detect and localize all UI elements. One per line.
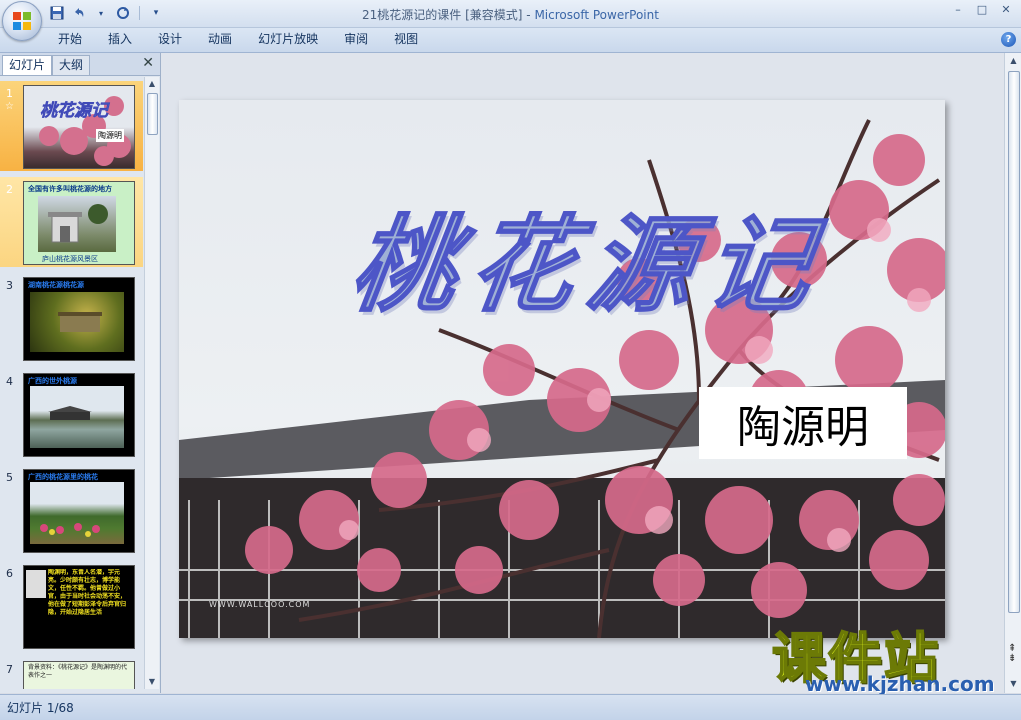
author-textbox[interactable]: 陶源明 xyxy=(699,387,907,459)
close-panel-icon[interactable]: ✕ xyxy=(142,55,154,71)
tab-insert[interactable]: 插入 xyxy=(95,28,145,52)
thumbnail-image: 背景资料：《桃花源记》是陶渊明的代表作之一 xyxy=(23,661,135,689)
thumb-caption: 湖南桃花源桃花源 xyxy=(28,281,84,289)
close-button[interactable]: ✕ xyxy=(997,3,1015,17)
slide-number: 7 xyxy=(6,663,13,676)
scroll-thumb[interactable] xyxy=(1008,71,1020,613)
thumb-photo xyxy=(30,292,124,352)
animation-star-icon: ☆ xyxy=(5,101,14,112)
thumb-title: 桃花源记 xyxy=(40,101,109,122)
thumb-photo xyxy=(30,482,124,544)
slide-thumbnail-1[interactable]: 1 ☆ 桃花源记 陶源明 xyxy=(0,81,143,171)
slide-thumbnail-6[interactable]: 6 陶渊明，东晋人名潜，字元亮。少时颇有壮志，博学能文，任性不羁。他曾做过小官，… xyxy=(0,561,143,651)
scroll-thumb[interactable] xyxy=(147,93,158,135)
window-title: 21桃花源记的课件 [兼容模式] - Microsoft PowerPoint xyxy=(0,6,1021,23)
slide-thumbnail-7[interactable]: 7 背景资料：《桃花源记》是陶渊明的代表作之一 xyxy=(0,657,143,689)
slide-number: 2 xyxy=(6,183,13,196)
ribbon-tabs: 开始 插入 设计 动画 幻灯片放映 审阅 视图 xyxy=(45,28,431,52)
thumbnail-image: 广西的世外桃源 xyxy=(23,373,135,457)
thumb-photo xyxy=(38,196,116,252)
slide-number: 4 xyxy=(6,375,13,388)
thumbnail-image: 广西的桃花源里的桃花 xyxy=(23,469,135,553)
thumb-caption: 全国有许多叫桃花源的地方 xyxy=(28,185,112,193)
scroll-down-icon[interactable]: ▼ xyxy=(147,677,157,687)
slide-number: 3 xyxy=(6,279,13,292)
thumbnail-image: 全国有许多叫桃花源的地方 庐山桃花源风景区 xyxy=(23,181,135,265)
thumbnail-image: 湖南桃花源桃花源 xyxy=(23,277,135,361)
thumb-text: 背景资料：《桃花源记》是陶渊明的代表作之一 xyxy=(28,664,128,679)
tab-home[interactable]: 开始 xyxy=(45,28,95,52)
thumb-subtitle: 陶源明 xyxy=(96,129,124,142)
thumb-portrait xyxy=(26,570,46,598)
ribbon: 开始 插入 设计 动画 幻灯片放映 审阅 视图 ? xyxy=(0,28,1021,53)
minimize-button[interactable]: – xyxy=(949,3,967,17)
status-bar: 幻灯片 1/68 xyxy=(0,694,1021,720)
slide-number: 1 xyxy=(6,87,13,100)
tab-outline[interactable]: 大纲 xyxy=(52,55,91,75)
maximize-button[interactable]: □ xyxy=(973,3,991,17)
window-controls: – □ ✕ xyxy=(949,3,1015,17)
slide-thumbnail-2[interactable]: 2 全国有许多叫桃花源的地方 庐山桃花源风景区 xyxy=(0,177,143,267)
tab-slides[interactable]: 幻灯片 xyxy=(2,55,53,75)
slide-nav-icons[interactable]: ⇞ ⇟ xyxy=(1008,644,1016,664)
thumb-caption-bottom: 庐山桃花源风景区 xyxy=(42,255,98,263)
slide-thumbnail-3[interactable]: 3 湖南桃花源桃花源 xyxy=(0,273,143,363)
thumbnail-image: 陶渊明，东晋人名潜，字元亮。少时颇有壮志，博学能文，任性不羁。他曾做过小官，由于… xyxy=(23,565,135,649)
slide-thumbnails: 1 ☆ 桃花源记 陶源明 2 全国有许多叫桃花源的地方 庐山桃花源风景区 3 湖… xyxy=(0,77,143,689)
slides-panel: 幻灯片 大纲 ✕ 1 ☆ 桃花源记 陶源明 2 全国有许多叫桃花源的地方 庐山桃… xyxy=(0,53,161,693)
thumb-text: 陶渊明，东晋人名潜，字元亮。少时颇有壮志，博学能文，任性不羁。他曾做过小官，由于… xyxy=(48,569,127,616)
thumb-caption: 广西的桃花源里的桃花 xyxy=(28,473,98,481)
help-icon[interactable]: ? xyxy=(1001,32,1016,47)
scroll-down-icon[interactable]: ▼ xyxy=(1008,679,1019,690)
slide-title[interactable]: 桃花源记 xyxy=(343,180,836,331)
main-scrollbar[interactable]: ▲ ▼ xyxy=(1004,53,1021,693)
office-button[interactable] xyxy=(2,1,42,41)
document-title: 21桃花源记的课件 [兼容模式] - xyxy=(362,8,535,22)
kjzhan-url: www.kjzhan.com xyxy=(805,672,995,696)
photo-watermark: WWW.WALLCOO.COM xyxy=(209,600,311,609)
tab-design[interactable]: 设计 xyxy=(145,28,195,52)
thumbnail-image: 桃花源记 陶源明 xyxy=(23,85,135,169)
slide-thumbnail-5[interactable]: 5 广西的桃花源里的桃花 xyxy=(0,465,143,555)
tab-slideshow[interactable]: 幻灯片放映 xyxy=(245,28,331,52)
slide-number: 6 xyxy=(6,567,13,580)
tab-animations[interactable]: 动画 xyxy=(195,28,245,52)
thumbnail-scrollbar[interactable]: ▲ ▼ xyxy=(144,77,159,689)
panel-tabs: 幻灯片 大纲 ✕ xyxy=(0,53,160,76)
scroll-up-icon[interactable]: ▲ xyxy=(1008,56,1019,67)
slide-counter: 幻灯片 1/68 xyxy=(7,701,74,715)
title-bar: ▾ ▾ 21桃花源记的课件 [兼容模式] - Microsoft PowerPo… xyxy=(0,0,1021,28)
tab-review[interactable]: 审阅 xyxy=(331,28,381,52)
current-slide[interactable]: 桃花源记 陶源明 WWW.WALLCOO.COM xyxy=(179,100,945,638)
thumb-photo xyxy=(30,386,124,448)
app-name: Microsoft PowerPoint xyxy=(534,8,659,22)
slide-thumbnail-4[interactable]: 4 广西的世外桃源 xyxy=(0,369,143,459)
tab-view[interactable]: 视图 xyxy=(381,28,431,52)
scroll-up-icon[interactable]: ▲ xyxy=(147,79,157,89)
thumb-caption: 广西的世外桃源 xyxy=(28,377,77,385)
slide-number: 5 xyxy=(6,471,13,484)
office-logo-icon xyxy=(13,12,31,30)
